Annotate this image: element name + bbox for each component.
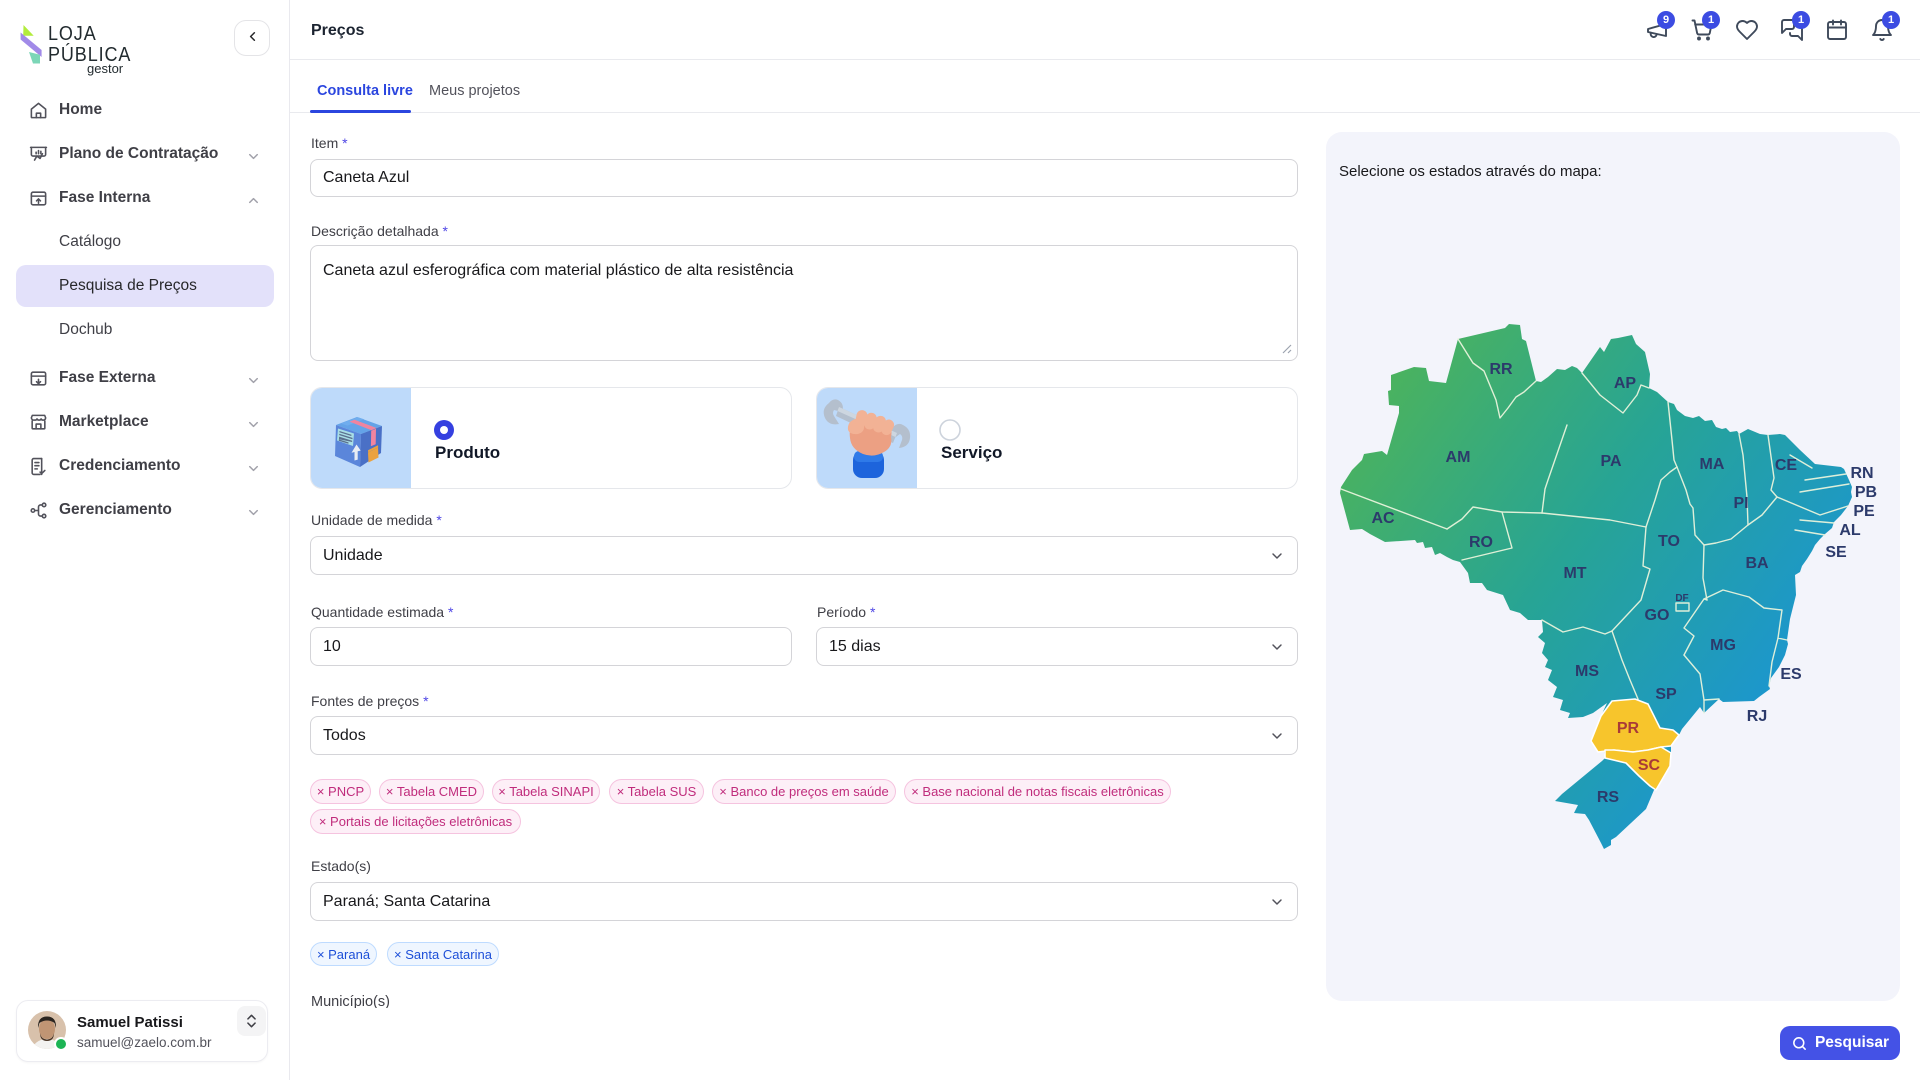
svg-text:MS: MS — [1575, 663, 1599, 680]
svg-text:RJ: RJ — [1747, 708, 1767, 725]
svg-text:PE: PE — [1853, 503, 1875, 520]
svg-text:SC: SC — [1638, 757, 1661, 774]
svg-text:ES: ES — [1780, 666, 1802, 683]
svg-text:MG: MG — [1710, 637, 1736, 654]
svg-text:MA: MA — [1700, 456, 1725, 473]
svg-text:MT: MT — [1563, 565, 1586, 582]
svg-text:PI: PI — [1733, 495, 1748, 512]
svg-text:DF: DF — [1675, 593, 1688, 604]
svg-text:BA: BA — [1745, 555, 1769, 572]
svg-text:RN: RN — [1850, 465, 1873, 482]
svg-text:SP: SP — [1655, 686, 1677, 703]
svg-text:AP: AP — [1614, 375, 1637, 392]
svg-text:RO: RO — [1469, 534, 1493, 551]
svg-text:AL: AL — [1839, 522, 1861, 539]
svg-text:PA: PA — [1600, 453, 1621, 470]
svg-text:CE: CE — [1775, 457, 1798, 474]
svg-text:AM: AM — [1446, 449, 1471, 466]
svg-text:GO: GO — [1645, 607, 1670, 624]
svg-text:PB: PB — [1855, 484, 1877, 501]
svg-text:TO: TO — [1658, 533, 1680, 550]
svg-text:AC: AC — [1371, 510, 1395, 527]
svg-text:RR: RR — [1489, 361, 1513, 378]
svg-text:SE: SE — [1825, 544, 1847, 561]
svg-text:PR: PR — [1617, 720, 1640, 737]
svg-text:RS: RS — [1597, 789, 1620, 806]
